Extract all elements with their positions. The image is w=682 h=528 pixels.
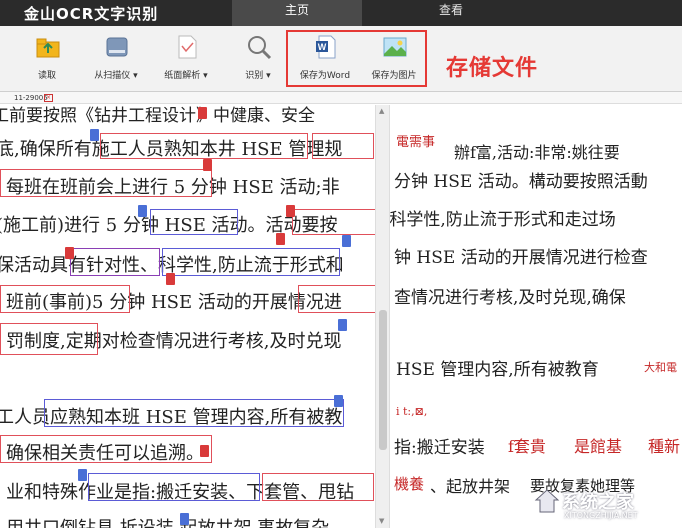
vertical-scrollbar[interactable]: ▲ ▼ [375,105,390,528]
region-marker[interactable] [338,319,347,331]
result-line: 、起放井架 [430,477,511,496]
source-line: 工前要按照《钻井工程设计》中健康、安全 [0,106,315,126]
read-label: 读取 [37,71,56,81]
app-title: 金山OCR文字识别 [24,5,159,23]
region-box[interactable] [0,285,130,313]
result-line: 钟 HSE 活动的开展情况进行检查 [394,248,648,268]
close-tab-icon[interactable]: × [44,94,53,102]
region-marker[interactable] [334,395,343,407]
region-box[interactable] [262,473,374,501]
region-marker[interactable] [166,273,175,285]
region-marker[interactable] [200,445,209,457]
recognize-label: 识别 ▾ [245,71,271,81]
region-marker[interactable] [203,159,212,171]
save-file-annotation: 存储文件 [446,56,539,81]
file-tab[interactable]: 11-29005 [14,92,48,104]
region-box[interactable] [150,209,238,235]
read-button[interactable]: 读取 [16,34,78,86]
recognize-button[interactable]: 识别 ▾ [227,34,289,86]
ocr-result-pane[interactable]: 電需事 辦f富,活动:非常:姚往要 分钟 HSE 活动。構动要按照活動 ·科学性… [390,105,682,528]
region-marker[interactable] [286,205,295,217]
result-line: 電需事 [396,135,436,150]
region-box[interactable] [70,248,160,276]
tab-home[interactable]: 主页 [232,0,362,26]
region-box[interactable] [44,399,344,427]
magnifier-icon [248,36,272,60]
result-line: 機養 [394,475,425,493]
region-marker[interactable] [198,107,207,119]
region-box[interactable] [292,209,375,235]
region-box[interactable] [298,285,375,313]
source-line: 用井口倒钻具 拆设装 起放井架 事故复杂 [6,514,329,528]
scroll-up-icon[interactable]: ▲ [379,107,384,115]
result-line: HSE 管理内容,所有被教育 [396,360,599,380]
result-line: 查情况进行考核,及时兑现,确保 [394,288,626,308]
file-tab-bar: 11-29005 × [0,92,682,104]
region-marker[interactable] [78,469,87,481]
region-box[interactable] [162,248,340,276]
result-line: 辦f富,活动:非常:姚往要 [454,143,620,162]
scan-button[interactable]: 从扫描仪 ▾ [85,34,147,86]
site-watermark: 系统之家 XITONGZHIJIA.NET [528,482,678,526]
region-box[interactable] [0,169,212,197]
region-box[interactable] [88,473,260,501]
scanner-icon [106,37,128,57]
result-line: 分钟 HSE 活动。構动要按照活動 [394,172,648,192]
result-line: 大和電 [644,361,677,374]
region-marker[interactable] [138,205,147,217]
document-parse-icon [178,35,197,59]
scroll-down-icon[interactable]: ▼ [379,517,384,525]
folder-open-icon [36,38,60,58]
scan-label: 从扫描仪 ▾ [94,71,138,81]
title-bar: 金山OCR文字识别 主页 查看 [0,0,682,26]
region-marker[interactable] [342,235,351,247]
region-marker[interactable] [90,129,99,141]
parse-label: 纸面解析 ▾ [164,71,208,81]
region-marker[interactable] [276,233,285,245]
region-box[interactable] [0,435,212,463]
result-line: 指:搬迁安装 [394,438,485,458]
region-box[interactable] [100,133,308,159]
house-logo-icon [534,489,560,513]
scrollbar-thumb[interactable] [379,310,387,450]
result-line: 是館基 [574,437,623,456]
result-line: ·科学性,防止流于形式和走过场 [390,210,616,230]
result-line: f套貴 [508,437,546,456]
source-image-pane: 工前要按照《钻井工程设计》中健康、安全 底,确保所有施工人员熟知本井 HSE 管… [0,105,375,528]
tab-view[interactable]: 查看 [386,0,516,26]
result-line: 種新 [648,437,681,456]
watermark-url: XITONGZHIJIA.NET [564,511,638,520]
parse-button[interactable]: 纸面解析 ▾ [155,34,217,86]
region-marker[interactable] [65,247,74,259]
region-box[interactable] [0,323,98,355]
region-box[interactable] [312,133,374,159]
result-line: i t:,⊠, [396,405,428,418]
region-marker[interactable] [180,513,189,525]
save-buttons-highlight [286,30,427,87]
